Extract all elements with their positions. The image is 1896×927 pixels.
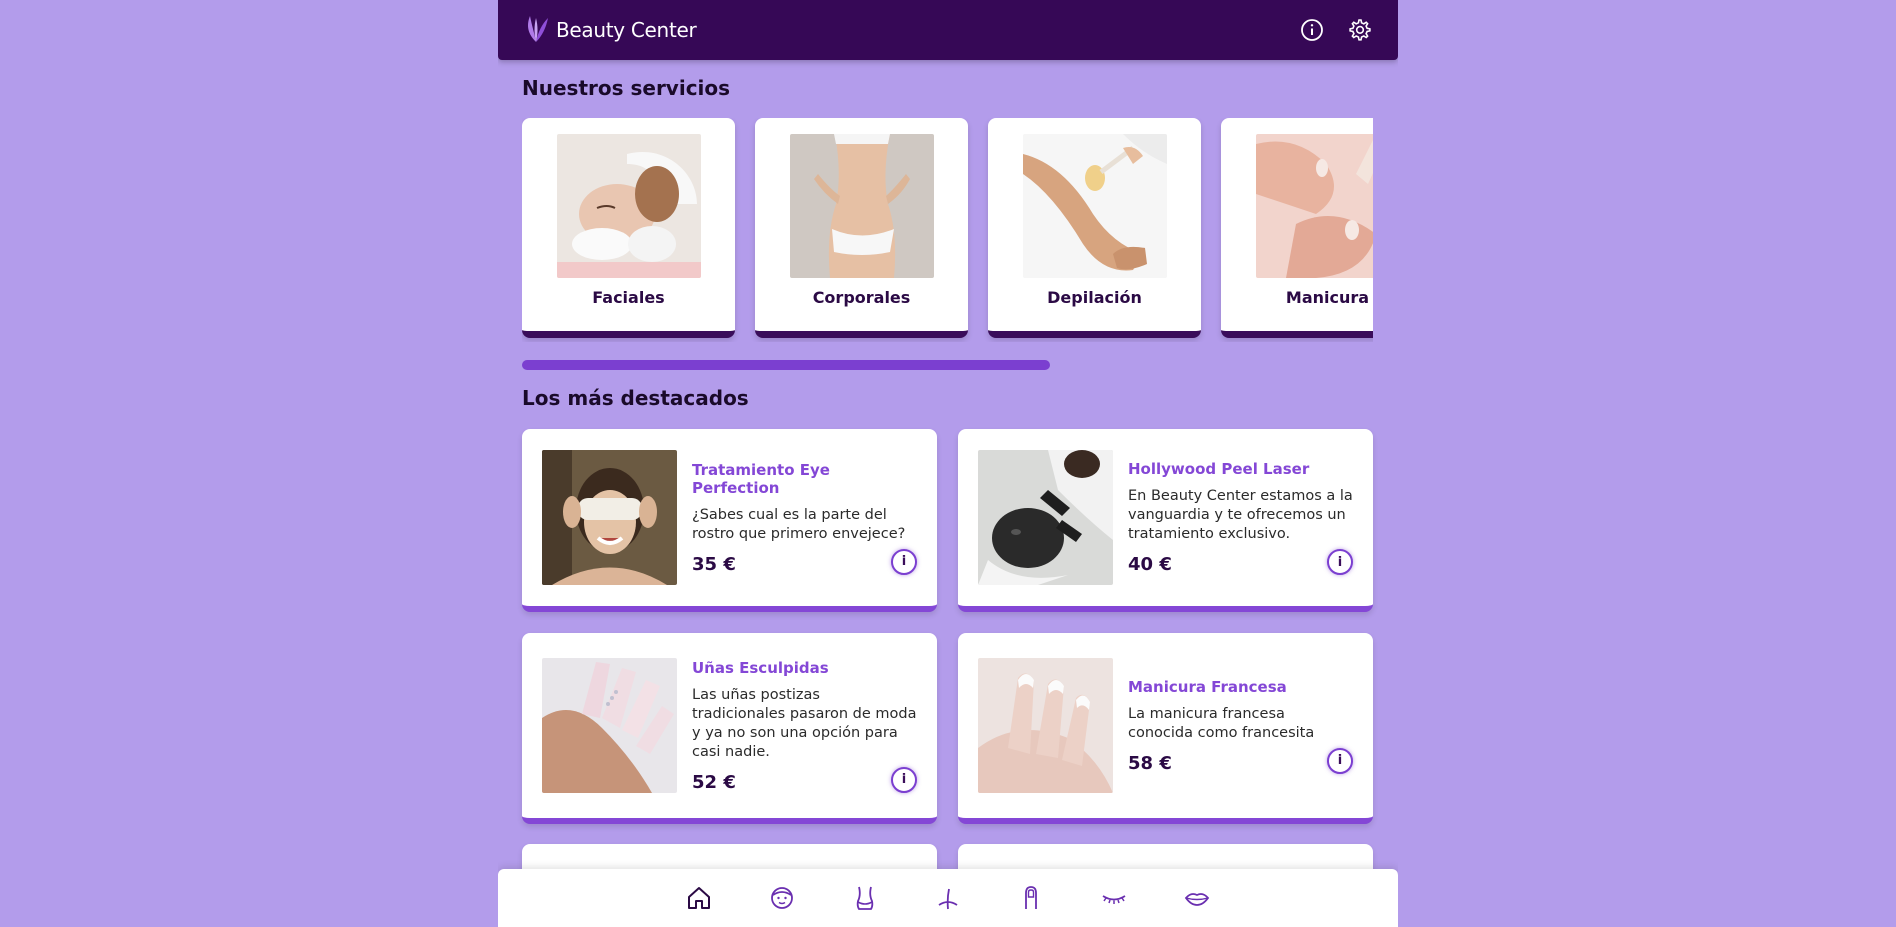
service-label: Faciales	[592, 288, 665, 307]
bottom-nav	[498, 869, 1398, 927]
lips-icon[interactable]	[1181, 882, 1214, 915]
face-icon[interactable]	[766, 882, 799, 915]
featured-description: La manicura francesa conocida como franc…	[1128, 705, 1315, 741]
eyelash-icon[interactable]	[1098, 882, 1131, 915]
gear-icon[interactable]	[1346, 16, 1374, 44]
featured-title: Los más destacados	[522, 386, 749, 410]
body-photo	[789, 134, 934, 278]
info-icon: i	[901, 772, 907, 787]
featured-description: En Beauty Center estamos a la vanguardia…	[1128, 488, 1353, 542]
hair-removal-icon[interactable]	[932, 882, 965, 915]
featured-price: 52 €	[692, 771, 736, 793]
featured-card[interactable]: Uñas Esculpidas Las uñas postizas tradic…	[522, 633, 937, 824]
leaf-logo-icon	[522, 12, 550, 48]
service-card-faciales[interactable]: Faciales	[522, 118, 735, 338]
info-icon: i	[1337, 753, 1343, 768]
featured-description: ¿Sabes cual es la parte del rostro que p…	[692, 506, 906, 542]
service-label: Manicura	[1285, 288, 1370, 307]
home-icon[interactable]	[683, 882, 716, 915]
services-title: Nuestros servicios	[522, 76, 731, 100]
info-icon[interactable]	[1298, 16, 1326, 44]
service-card-depilacion[interactable]: Depilación	[988, 118, 1201, 338]
service-card-manicura[interactable]: Manicura	[1221, 118, 1373, 338]
brand-logo[interactable]: Beauty Center	[522, 12, 697, 48]
info-button[interactable]: i	[891, 766, 917, 793]
featured-card[interactable]: Manicura Francesa La manicura francesa c…	[958, 633, 1373, 824]
app-container: Beauty Center Nuestros servicios Faciale…	[498, 0, 1398, 927]
french-manicure-photo	[978, 658, 1113, 793]
featured-description: Las uñas postizas tradicionales pasaron …	[692, 686, 917, 760]
brand-name: Beauty Center	[556, 18, 697, 42]
nail-icon[interactable]	[1015, 882, 1048, 915]
featured-title-text: Hollywood Peel Laser	[1128, 460, 1310, 478]
facial-treatment-photo	[556, 134, 701, 278]
info-button[interactable]: i	[1327, 549, 1353, 575]
featured-price: 35 €	[692, 553, 736, 575]
featured-card[interactable]: Tratamiento Eye Perfection ¿Sabes cual e…	[522, 429, 937, 612]
manicure-photo	[1255, 134, 1373, 278]
scrollbar-thumb[interactable]	[522, 360, 1050, 370]
app-header: Beauty Center	[498, 0, 1398, 60]
services-scrollbar[interactable]	[522, 360, 1373, 370]
info-button[interactable]: i	[891, 548, 917, 575]
service-label: Depilación	[1047, 288, 1142, 307]
body-icon[interactable]	[849, 882, 882, 915]
featured-price: 58 €	[1128, 752, 1172, 774]
waxing-photo	[1022, 134, 1167, 278]
services-carousel[interactable]: Faciales Corporales Depilación Manicura	[522, 118, 1373, 342]
featured-title-text: Tratamiento Eye Perfection	[692, 460, 830, 497]
featured-title-text: Manicura Francesa	[1128, 677, 1287, 696]
service-label: Corporales	[812, 288, 911, 307]
peel-laser-photo	[978, 450, 1113, 585]
eye-mask-photo	[542, 450, 677, 585]
info-button[interactable]: i	[1327, 747, 1353, 774]
sculpted-nails-photo	[542, 658, 677, 793]
info-icon: i	[901, 554, 907, 569]
featured-card[interactable]: Hollywood Peel Laser En Beauty Center es…	[958, 429, 1373, 612]
info-icon: i	[1337, 554, 1343, 570]
featured-price: 40 €	[1128, 554, 1172, 575]
featured-title-text: Uñas Esculpidas	[692, 658, 829, 677]
service-card-corporales[interactable]: Corporales	[755, 118, 968, 338]
